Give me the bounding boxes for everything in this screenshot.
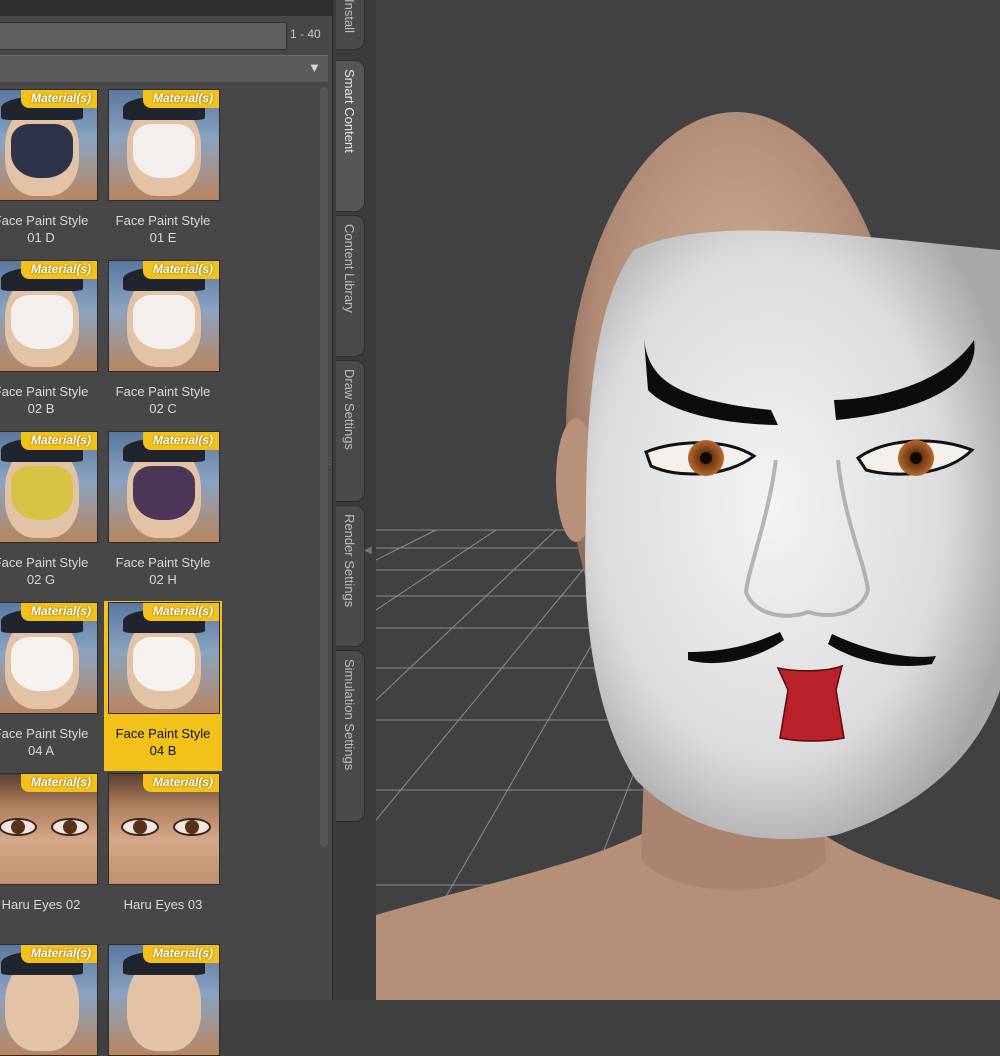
material-badge: Material(s) [20, 774, 97, 792]
material-badge: Material(s) [142, 603, 219, 621]
thumbnail-label-line1: Face Paint Style [0, 213, 89, 228]
content-thumbnail[interactable]: Material(s) [108, 602, 220, 714]
thumbnail-label-line1: Face Paint Style [115, 384, 211, 399]
page-range-label: 1 - 40 [290, 27, 321, 41]
thumbnail-label-line1: Face Paint Style [0, 726, 89, 741]
thumbnail-label-line2: 01 E [149, 230, 177, 245]
side-tab[interactable]: Smart Content [336, 60, 365, 212]
side-tab-label: Install [342, 0, 357, 33]
thumbnail-label-line2: 02 B [27, 401, 55, 416]
thumbnail-label-line2: 04 B [149, 743, 177, 758]
grip-icon[interactable]: ⋮ [325, 456, 335, 472]
pane-top-bar [0, 0, 332, 16]
content-thumbnail[interactable]: Material(s) [0, 773, 98, 885]
category-dropdown[interactable] [0, 55, 328, 82]
thumbnail-label-line1: Face Paint Style [115, 726, 211, 741]
content-thumbnail[interactable]: Material(s) [108, 773, 220, 885]
material-badge: Material(s) [20, 945, 97, 963]
content-thumbnail[interactable]: Material(s) [108, 260, 220, 372]
thumbnail-label[interactable]: Haru Eyes 02 [0, 896, 102, 913]
material-badge: Material(s) [20, 261, 97, 279]
side-tab[interactable]: Render Settings [336, 505, 365, 647]
material-badge: Material(s) [142, 432, 219, 450]
thumbnail-label-line1: Face Paint Style [115, 213, 211, 228]
content-thumbnail[interactable]: Material(s) [0, 89, 98, 201]
viewport-scene [376, 112, 1000, 1000]
content-thumbnail[interactable]: Material(s) [0, 431, 98, 543]
thumbnail-label-line1: Face Paint Style [0, 555, 89, 570]
thumbnail-label-line1: Haru Eyes 03 [123, 897, 203, 912]
collapse-arrow-icon[interactable]: ◀ [364, 545, 372, 556]
thumbnail-label-line1: Face Paint Style [115, 555, 211, 570]
content-thumbnail[interactable]: Material(s) [0, 602, 98, 714]
thumbnail-label[interactable]: Face Paint Style 01 D [0, 212, 102, 246]
side-tab-label: Render Settings [342, 514, 357, 608]
thumbnail-label[interactable]: Face Paint Style 01 E [102, 212, 224, 246]
lip-paint [776, 664, 845, 742]
side-tab-label: Simulation Settings [342, 659, 357, 771]
side-tab-label: Draw Settings [342, 369, 357, 450]
thumbnail-label-line2: 02 G [26, 572, 56, 587]
thumbnail-label[interactable]: Face Paint Style 02 B [0, 383, 102, 417]
thumbnail-label-line2: 02 C [149, 401, 177, 416]
thumbnail-label-line2: 01 D [27, 230, 55, 245]
chevron-down-icon[interactable]: ▼ [308, 60, 321, 75]
3d-viewport[interactable] [376, 0, 1000, 1000]
content-thumbnail[interactable]: Material(s) [108, 431, 220, 543]
material-badge: Material(s) [20, 90, 97, 108]
content-thumbnail[interactable]: Material(s) [108, 944, 220, 1056]
material-badge: Material(s) [20, 432, 97, 450]
side-tab[interactable]: Install [336, 0, 365, 50]
side-tab[interactable]: Draw Settings [336, 360, 365, 502]
thumbnail-label-line1: Haru Eyes 02 [1, 897, 81, 912]
material-badge: Material(s) [142, 90, 219, 108]
thumbnail-label-line2: 04 A [27, 743, 55, 758]
content-thumbnail[interactable]: Material(s) [0, 944, 98, 1056]
thumbnail-label[interactable]: Face Paint Style 02 G [0, 554, 102, 588]
thumbnail-label[interactable]: Face Paint Style 02 C [102, 383, 224, 417]
material-badge: Material(s) [142, 774, 219, 792]
face-paint [585, 230, 1000, 840]
side-tab-label: Smart Content [342, 69, 357, 153]
side-tab[interactable]: Content Library [336, 215, 365, 357]
material-badge: Material(s) [142, 261, 219, 279]
thumbnail-label-line2: 02 H [149, 572, 177, 587]
content-thumbnail[interactable]: Material(s) [0, 260, 98, 372]
side-tab-label: Content Library [342, 224, 357, 313]
thumbnail-label[interactable]: Face Paint Style 04 A [0, 725, 102, 759]
content-thumbnail[interactable]: Material(s) [108, 89, 220, 201]
thumbnail-label[interactable]: Face Paint Style 04 B [102, 725, 224, 759]
side-tab[interactable]: Simulation Settings [336, 650, 365, 822]
search-input[interactable] [0, 22, 287, 50]
material-badge: Material(s) [142, 945, 219, 963]
thumbnail-label[interactable]: Face Paint Style 02 H [102, 554, 224, 588]
thumbnail-label[interactable]: Haru Eyes 03 [102, 896, 224, 913]
material-badge: Material(s) [20, 603, 97, 621]
thumbnail-label-line1: Face Paint Style [0, 384, 89, 399]
